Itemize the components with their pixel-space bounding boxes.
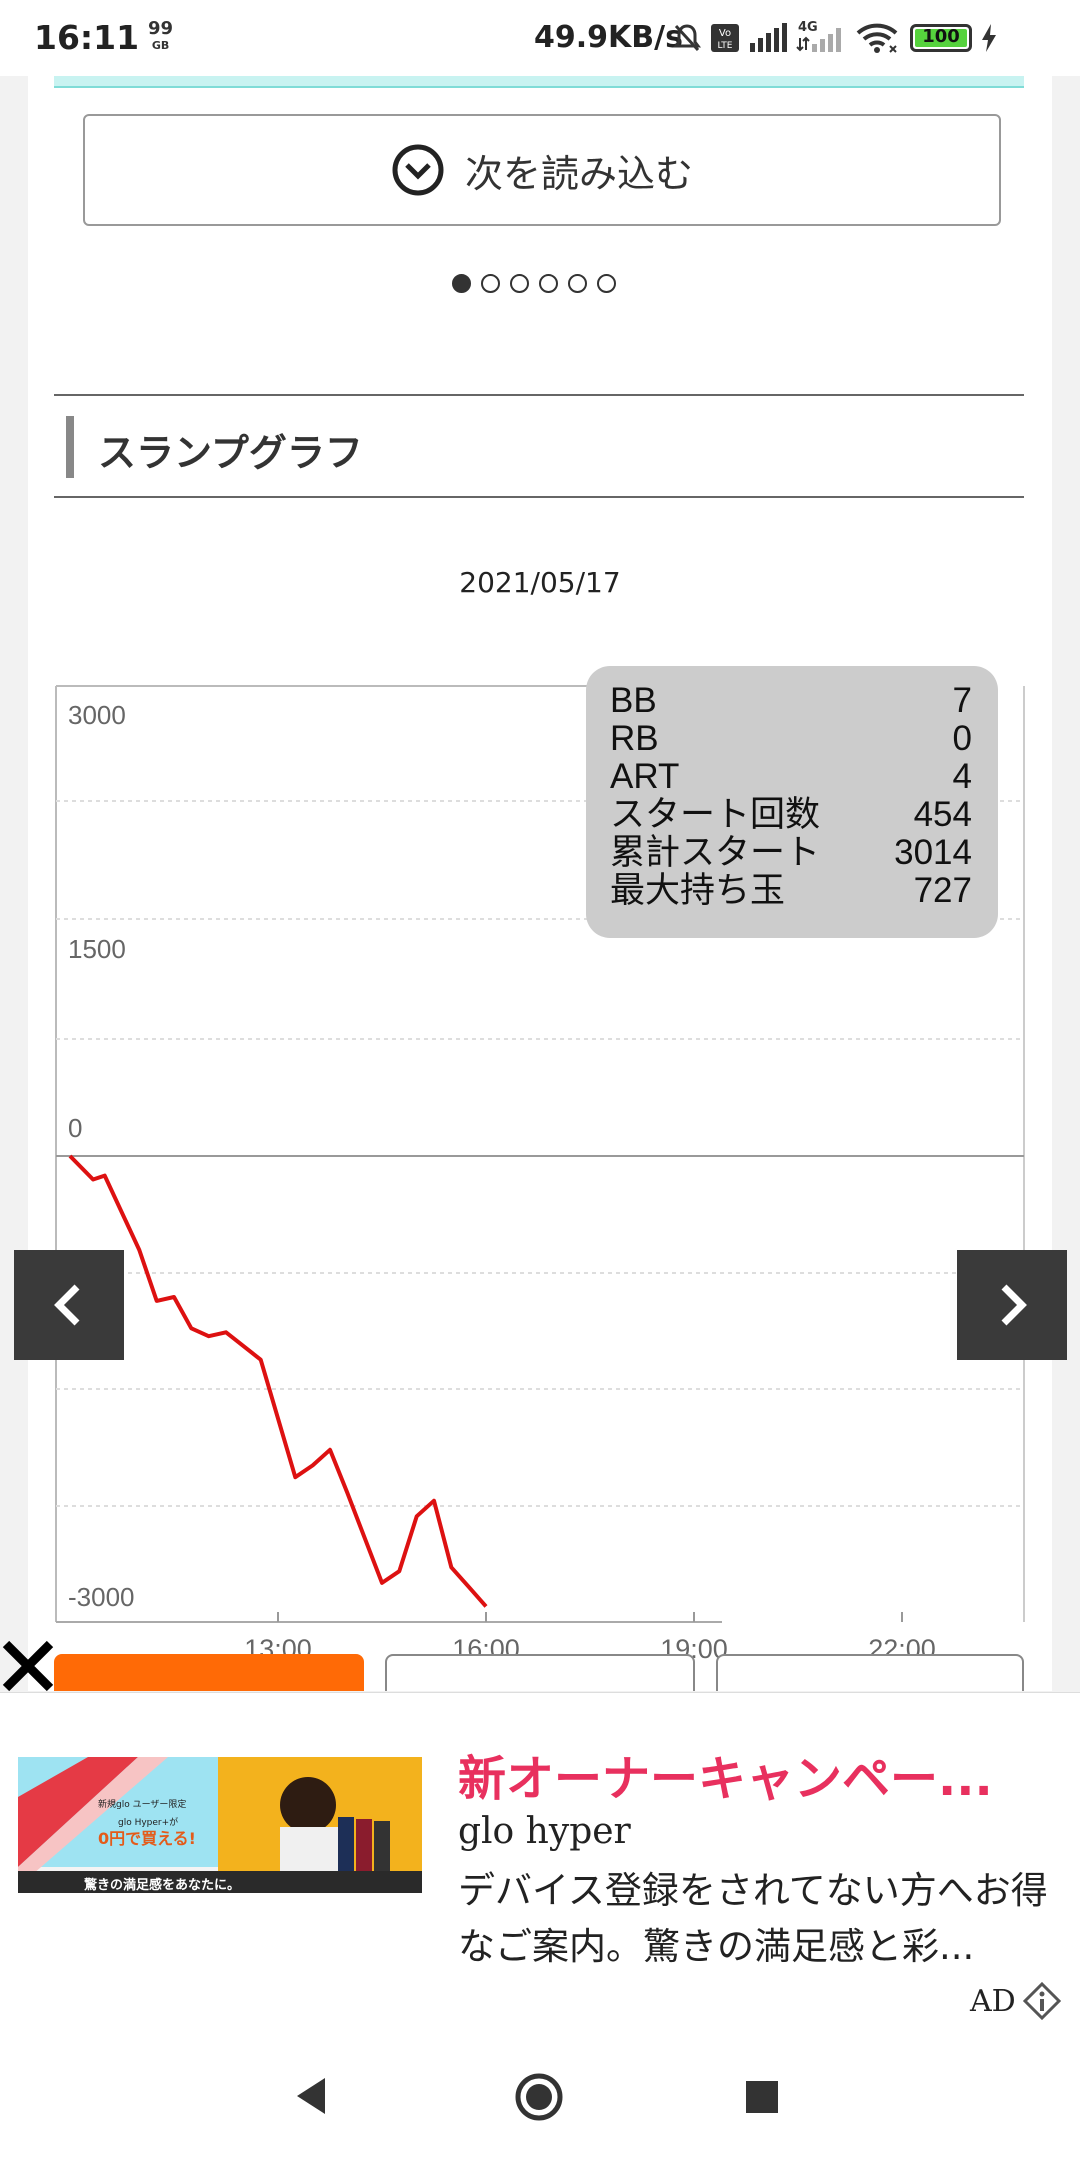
battery-icon: 100 — [910, 24, 972, 52]
status-bar: 16:11 99 GB 49.9KB/s Vo LTE 4G 100 — [0, 0, 1080, 76]
volte-icon: Vo LTE — [711, 24, 739, 52]
stat-value: 3014 — [894, 833, 972, 872]
stat-label: BB — [610, 681, 657, 720]
stat-value: 727 — [913, 871, 972, 910]
status-time: 16:11 — [34, 18, 140, 57]
chart-title: 2021/05/17 — [459, 566, 621, 599]
chevron-right-icon — [1001, 1284, 1027, 1326]
system-nav-bar — [0, 2032, 1080, 2160]
carousel-prev-button[interactable] — [14, 1250, 124, 1360]
home-icon[interactable] — [514, 2072, 564, 2122]
y-tick-label: -3000 — [68, 1582, 135, 1612]
section-header: スランプグラフ — [54, 394, 1024, 498]
stat-label: スタート回数 — [610, 795, 821, 834]
stat-label: 累計スタート — [610, 833, 821, 872]
pagination-dot-2[interactable] — [481, 274, 500, 293]
load-more-button[interactable]: 次を読み込む — [83, 114, 1001, 226]
pagination-dot-4[interactable] — [539, 274, 558, 293]
data-usage-value: 99 — [148, 18, 174, 39]
stat-label: ART — [610, 757, 680, 796]
section-accent-bar — [66, 416, 74, 478]
ad-image[interactable]: 新規glo ユーザー限定 glo Hyper+が 0円で買える! 驚きの満足感を… — [18, 1757, 422, 1927]
data-usage-indicator: 99 GB — [148, 20, 173, 54]
ad-title[interactable]: 新オーナーキャンペー... — [458, 1739, 1058, 1809]
stats-box: BB 7 RB 0 ART 4 スタート回数 454 累計スタート 3014 最大持ち玉 727 — [586, 666, 998, 938]
charging-icon — [982, 24, 996, 52]
pagination-dot-6[interactable] — [597, 274, 616, 293]
stat-label: RB — [610, 719, 659, 758]
stat-row: BB 7 — [610, 682, 972, 720]
y-tick-label: 3000 — [68, 700, 126, 730]
recents-icon[interactable] — [745, 2080, 779, 2114]
stat-row: RB 0 — [610, 720, 972, 758]
ad-image-tagline: 驚きの満足感をあなたに。 — [84, 1878, 241, 1893]
section-title: スランプグラフ — [98, 431, 363, 475]
ad-banner[interactable]: 新規glo ユーザー限定 glo Hyper+が 0円で買える! 驚きの満足感を… — [0, 1692, 1080, 2034]
ad-image-headline: 0円で買える! — [98, 1829, 196, 1848]
graph-tabs — [54, 1654, 1024, 1691]
stat-row: 最大持ち玉 727 — [610, 872, 972, 910]
ad-label: AD — [970, 1983, 1016, 2019]
load-more-label: 次を読み込む — [464, 151, 693, 196]
tab-3[interactable] — [716, 1654, 1024, 1691]
network-4g-signal-icon: 4G — [796, 20, 846, 54]
stat-label: 最大持ち玉 — [610, 871, 786, 910]
ad-choices[interactable]: AD — [970, 1981, 1062, 2021]
data-usage-unit: GB — [151, 39, 170, 52]
pagination-dots — [452, 274, 616, 293]
pagination-dot-3[interactable] — [510, 274, 529, 293]
stat-value: 454 — [913, 795, 972, 834]
ad-image-label: 新規glo ユーザー限定 — [98, 1800, 187, 1810]
svg-text:Vo: Vo — [719, 28, 731, 39]
tab-2[interactable] — [385, 1654, 695, 1691]
stat-value: 0 — [952, 719, 972, 758]
signal-icon — [750, 23, 787, 52]
close-icon — [2, 1640, 54, 1692]
back-icon[interactable] — [293, 2076, 329, 2116]
battery-level: 100 — [922, 26, 960, 47]
mute-icon — [673, 24, 701, 52]
network-speed: 49.9KB/s — [534, 20, 683, 55]
stat-row: スタート回数 454 — [610, 796, 972, 834]
previous-section-border — [54, 76, 1024, 88]
stat-value: 4 — [952, 757, 972, 796]
adchoices-icon — [1022, 1981, 1061, 2021]
y-tick-label: 1500 — [68, 934, 126, 964]
ad-brand: glo hyper — [458, 1811, 631, 1852]
pagination-dot-1[interactable] — [452, 274, 471, 293]
stat-value: 7 — [952, 681, 972, 720]
carousel-next-button[interactable] — [957, 1250, 1067, 1360]
stat-row: ART 4 — [610, 758, 972, 796]
svg-text:LTE: LTE — [718, 41, 733, 51]
stat-row: 累計スタート 3014 — [610, 834, 972, 872]
page-content: 次を読み込む スランプグラフ 2021/05/17 3000 1500 0 -3000… — [28, 76, 1052, 1691]
ad-close-button[interactable] — [0, 1638, 56, 1694]
ad-description: デバイス登録をされてない方へお得なご案内。驚きの満足感と彩... — [458, 1869, 1048, 1968]
y-tick-label: 0 — [68, 1113, 82, 1143]
chevron-left-icon — [54, 1284, 80, 1326]
wifi-icon — [856, 23, 898, 53]
chevron-down-circle-icon — [392, 144, 444, 196]
status-icons: Vo LTE 4G 100 — [672, 16, 998, 60]
tab-1[interactable] — [54, 1654, 364, 1691]
pagination-dot-5[interactable] — [568, 274, 587, 293]
